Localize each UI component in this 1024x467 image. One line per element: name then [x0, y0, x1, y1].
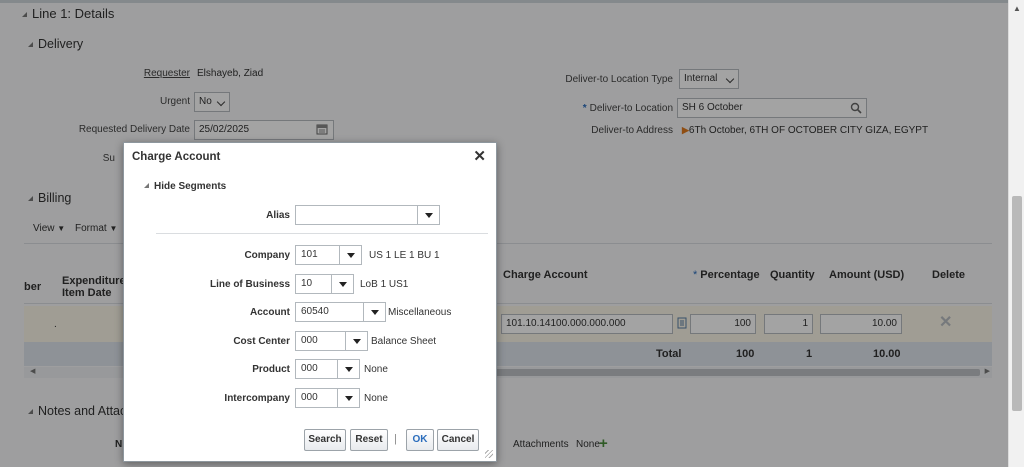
dropdown-arrow-icon: [371, 310, 379, 315]
account-dropdown-button[interactable]: [363, 302, 386, 322]
line-of-business-description: LoB 1 US1: [360, 279, 409, 290]
reset-button[interactable]: Reset: [350, 429, 388, 451]
hide-segments-toggle[interactable]: Hide Segments: [144, 181, 226, 192]
dropdown-arrow-icon: [425, 213, 433, 218]
cost-center-label: Cost Center: [233, 336, 290, 347]
company-input[interactable]: 101: [295, 245, 341, 265]
vertical-scrollbar[interactable]: ▲: [1008, 0, 1024, 467]
dropdown-arrow-icon: [345, 396, 353, 401]
company-description: US 1 LE 1 BU 1: [369, 250, 440, 261]
company-label: Company: [244, 250, 290, 261]
charge-account-dialog: Charge Account ✕ Hide Segments Alias Com…: [123, 142, 497, 462]
cancel-button[interactable]: Cancel: [437, 429, 479, 451]
intercompany-description: None: [364, 393, 388, 404]
cost-center-dropdown-button[interactable]: [345, 331, 368, 351]
alias-input[interactable]: [295, 205, 419, 225]
product-description: None: [364, 364, 388, 375]
product-input[interactable]: 000: [295, 359, 339, 379]
cost-center-input[interactable]: 000: [295, 331, 347, 351]
intercompany-input[interactable]: 000: [295, 388, 339, 408]
intercompany-label: Intercompany: [224, 393, 290, 404]
collapse-triangle-icon: [144, 183, 149, 188]
dialog-separator: [156, 233, 488, 234]
line-of-business-label: Line of Business: [209, 279, 290, 290]
line-of-business-input[interactable]: 10: [295, 274, 333, 294]
dropdown-arrow-icon: [345, 367, 353, 372]
dropdown-arrow-icon: [353, 339, 361, 344]
company-dropdown-button[interactable]: [339, 245, 362, 265]
cost-center-description: Balance Sheet: [371, 336, 437, 347]
close-icon[interactable]: ✕: [473, 147, 486, 165]
dropdown-arrow-icon: [339, 282, 347, 287]
line-of-business-dropdown-button[interactable]: [331, 274, 354, 294]
dropdown-arrow-icon: [347, 253, 355, 258]
resize-handle[interactable]: [485, 450, 493, 458]
vertical-scroll-thumb[interactable]: [1012, 196, 1022, 411]
ok-button[interactable]: OK: [406, 429, 434, 451]
button-separator: |: [394, 433, 397, 445]
product-label: Product: [252, 364, 290, 375]
intercompany-dropdown-button[interactable]: [337, 388, 360, 408]
product-dropdown-button[interactable]: [337, 359, 360, 379]
scroll-up-icon[interactable]: ▲: [1013, 4, 1021, 13]
dialog-title: Charge Account: [132, 151, 221, 163]
account-description: Miscellaneous: [388, 307, 452, 318]
account-label: Account: [250, 307, 290, 318]
account-input[interactable]: 60540: [295, 302, 365, 322]
alias-dropdown-button[interactable]: [417, 205, 440, 225]
search-button[interactable]: Search: [304, 429, 346, 451]
alias-label: Alias: [266, 210, 290, 221]
